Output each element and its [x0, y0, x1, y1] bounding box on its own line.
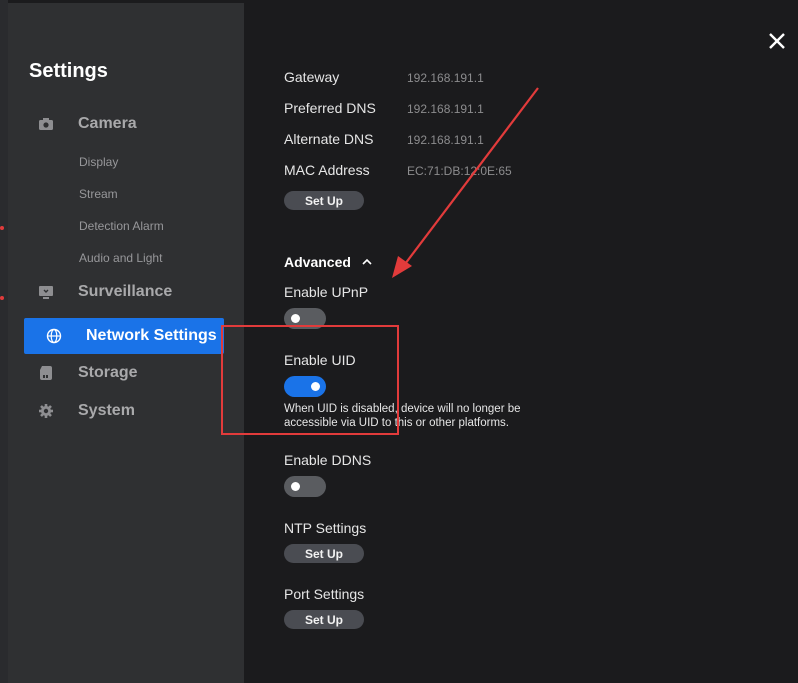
camera-icon — [39, 118, 53, 130]
close-icon[interactable] — [766, 30, 788, 52]
background-strip — [0, 0, 8, 683]
gear-icon — [39, 404, 53, 418]
port-setup-button[interactable]: Set Up — [284, 610, 364, 629]
sidebar-item-label: Storage — [78, 364, 138, 381]
advanced-section-toggle[interactable]: Advanced — [284, 254, 373, 270]
toggle-knob — [311, 382, 320, 391]
enable-ddns-label: Enable DDNS — [284, 452, 372, 468]
upnp-toggle[interactable] — [284, 308, 326, 329]
ddns-toggle[interactable] — [284, 476, 326, 497]
red-dot — [0, 296, 4, 300]
sidebar-item-label: System — [78, 402, 135, 419]
toggle-knob — [291, 314, 300, 323]
toggle-knob — [291, 482, 300, 491]
mac-address-value: EC:71:DB:12:0E:65 — [407, 164, 512, 178]
sidebar-item-storage[interactable]: Storage — [16, 355, 216, 391]
chevron-up-icon — [362, 258, 372, 265]
uid-hint-text: When UID is disabled, device will no lon… — [284, 403, 521, 429]
sidebar-item-surveillance[interactable]: Surveillance — [16, 274, 216, 310]
sidebar-subitem-stream[interactable]: Stream — [79, 187, 118, 201]
alternate-dns-label: Alternate DNS — [284, 131, 374, 147]
globe-icon — [46, 328, 62, 344]
ntp-settings-label: NTP Settings — [284, 520, 367, 536]
enable-uid-label: Enable UID — [284, 352, 356, 368]
ntp-setup-button[interactable]: Set Up — [284, 544, 364, 563]
gateway-value: 192.168.191.1 — [407, 71, 484, 85]
sidebar-item-label: Surveillance — [78, 283, 173, 300]
uid-toggle[interactable] — [284, 376, 326, 397]
advanced-label: Advanced — [284, 254, 351, 270]
sidebar-subitem-display[interactable]: Display — [79, 155, 118, 169]
enable-upnp-label: Enable UPnP — [284, 284, 369, 300]
sidebar-item-system[interactable]: System — [16, 393, 216, 429]
sidebar-subitem-detection-alarm[interactable]: Detection Alarm — [79, 219, 164, 233]
network-setup-button[interactable]: Set Up — [284, 191, 364, 210]
red-dot — [0, 226, 4, 230]
sidebar-item-label: Camera — [78, 115, 137, 132]
sidebar-item-label: Network Settings — [86, 327, 217, 344]
mac-address-label: MAC Address — [284, 162, 370, 178]
settings-title: Settings — [29, 60, 108, 82]
sidebar-item-network-settings[interactable]: Network Settings — [24, 318, 224, 354]
preferred-dns-label: Preferred DNS — [284, 100, 376, 116]
storage-icon — [40, 366, 52, 380]
gateway-label: Gateway — [284, 69, 340, 85]
sidebar-item-camera[interactable]: Camera — [16, 106, 216, 142]
alternate-dns-value: 192.168.191.1 — [407, 133, 484, 147]
preferred-dns-value: 192.168.191.1 — [407, 102, 484, 116]
monitor-icon — [39, 286, 53, 299]
port-settings-label: Port Settings — [284, 586, 365, 602]
sidebar-subitem-audio-light[interactable]: Audio and Light — [79, 251, 162, 265]
